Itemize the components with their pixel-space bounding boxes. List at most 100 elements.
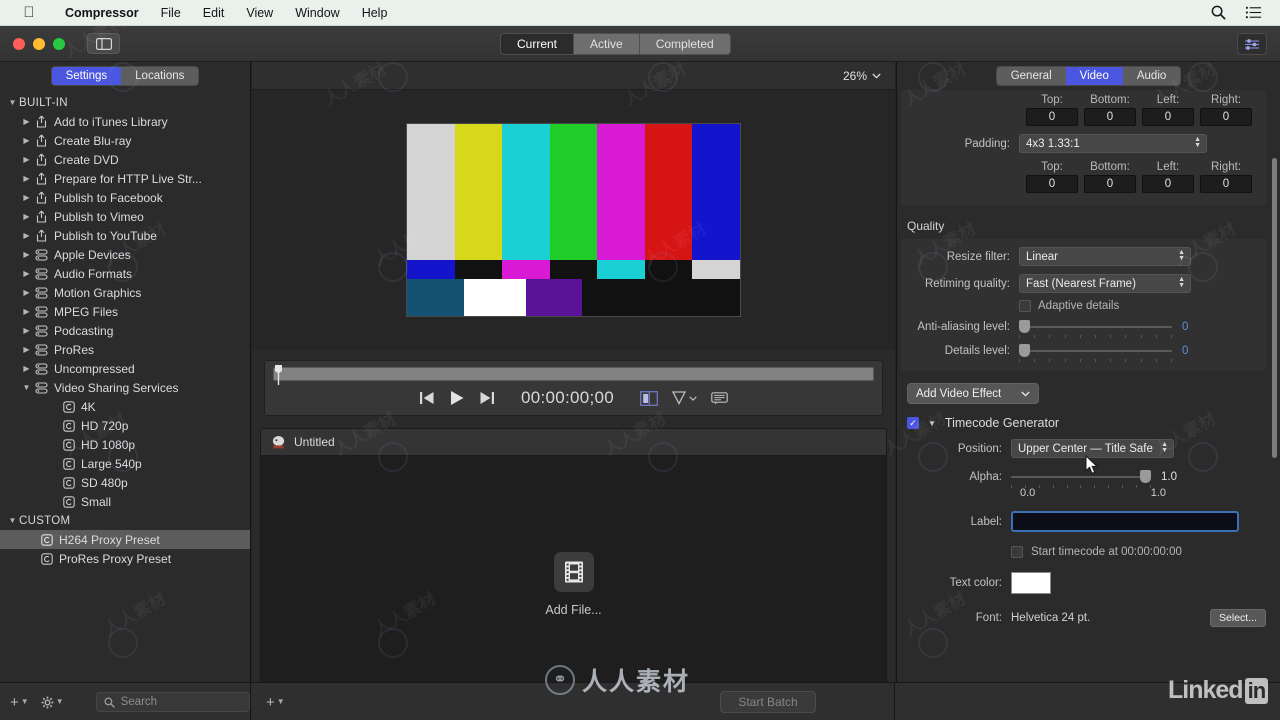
resize-filter-popup[interactable]: Linear ▲ ▼ — [1019, 247, 1191, 266]
sidebar-toggle-button[interactable] — [87, 33, 120, 54]
disclosure-triangle-icon[interactable]: ▼ — [6, 98, 19, 107]
tab-audio[interactable]: Audio — [1122, 67, 1181, 85]
start-timecode-checkbox[interactable] — [1011, 546, 1023, 558]
caption-icon[interactable] — [711, 391, 728, 405]
stepper-icon[interactable]: ▲ ▼ — [1194, 136, 1201, 149]
tree-item-publish-to-youtube[interactable]: ▶ Publish to YouTube — [0, 226, 250, 245]
menu-compressor[interactable]: Compressor — [54, 0, 150, 26]
disclosure-triangle-icon[interactable]: ▶ — [20, 326, 33, 335]
slider-knob[interactable] — [1140, 470, 1151, 483]
disclosure-triangle-icon[interactable]: ▶ — [20, 155, 33, 164]
add-file-label[interactable]: Add File... — [545, 603, 601, 617]
add-setting-button[interactable]: + ▼ — [10, 695, 29, 710]
tree-item-motion-graphics[interactable]: ▶ Motion Graphics — [0, 283, 250, 302]
tree-item-hd-1080p[interactable]: HD 1080p — [0, 435, 250, 454]
tree-item-h264-proxy-preset[interactable]: H264 Proxy Preset — [0, 530, 250, 549]
tree-item-audio-formats[interactable]: ▶ Audio Formats — [0, 264, 250, 283]
timecode-generator-header[interactable]: ✓ ▼ Timecode Generator — [907, 416, 1280, 430]
antialias-slider[interactable] — [1019, 320, 1172, 338]
disclosure-triangle-icon[interactable]: ▼ — [928, 419, 936, 428]
padding-right-field[interactable]: 0 — [1200, 175, 1252, 193]
mask-control[interactable] — [672, 391, 697, 405]
batch-header[interactable]: Untitled — [261, 429, 886, 456]
tree-group-custom[interactable]: ▼ CUSTOM — [0, 511, 250, 530]
disclosure-triangle-icon[interactable]: ▶ — [20, 174, 33, 183]
disclosure-triangle-icon[interactable]: ▼ — [6, 516, 19, 525]
skip-back-icon[interactable] — [419, 391, 435, 405]
tree-item-create-dvd[interactable]: ▶ Create DVD — [0, 150, 250, 169]
menu-view[interactable]: View — [235, 0, 284, 26]
disclosure-triangle-icon[interactable]: ▼ — [20, 383, 33, 392]
tree-item-publish-to-facebook[interactable]: ▶ Publish to Facebook — [0, 188, 250, 207]
slider-knob[interactable] — [1019, 320, 1030, 333]
tree-item-podcasting[interactable]: ▶ Podcasting — [0, 321, 250, 340]
tree-item-large-540p[interactable]: Large 540p — [0, 454, 250, 473]
batch-drop-zone[interactable]: Add File... — [261, 456, 886, 712]
tab-locations[interactable]: Locations — [121, 67, 199, 85]
add-video-effect-button[interactable]: Add Video Effect — [907, 383, 1039, 404]
disclosure-triangle-icon[interactable]: ▶ — [20, 250, 33, 259]
playhead-handle[interactable] — [274, 365, 283, 385]
inspector-toggle-button[interactable] — [1237, 33, 1267, 55]
apple-logo-icon[interactable]:  — [20, 3, 38, 23]
menu-help[interactable]: Help — [351, 0, 399, 26]
search-input[interactable]: Search — [95, 692, 250, 712]
alpha-slider[interactable] — [1011, 470, 1151, 488]
crop-right-field[interactable]: 0 — [1200, 108, 1252, 126]
search-icon[interactable] — [1210, 4, 1227, 21]
tab-general[interactable]: General — [996, 67, 1066, 85]
text-color-swatch[interactable] — [1011, 572, 1051, 594]
padding-left-field[interactable]: 0 — [1142, 175, 1194, 193]
tree-item-prores[interactable]: ▶ ProRes — [0, 340, 250, 359]
zoom-button[interactable] — [53, 37, 65, 50]
disclosure-triangle-icon[interactable]: ▶ — [20, 364, 33, 373]
start-batch-button[interactable]: Start Batch — [720, 691, 816, 713]
inspector-scrollbar[interactable] — [1272, 158, 1277, 458]
tree-item-uncompressed[interactable]: ▶ Uncompressed — [0, 359, 250, 378]
tree-item-publish-to-vimeo[interactable]: ▶ Publish to Vimeo — [0, 207, 250, 226]
disclosure-triangle-icon[interactable]: ▶ — [20, 345, 33, 354]
stepper-icon[interactable]: ▲ ▼ — [1178, 276, 1185, 289]
timecode-generator-checkbox[interactable]: ✓ — [907, 417, 919, 429]
tree-item-small[interactable]: Small — [0, 492, 250, 511]
tree-item-video-sharing-services[interactable]: ▼ Video Sharing Services — [0, 378, 250, 397]
play-icon[interactable] — [449, 390, 465, 406]
list-icon[interactable] — [1245, 4, 1262, 21]
tree-item-sd-480p[interactable]: SD 480p — [0, 473, 250, 492]
tree-item-apple-devices[interactable]: ▶ Apple Devices — [0, 245, 250, 264]
padding-top-field[interactable]: 0 — [1026, 175, 1078, 193]
tree-group-built-in[interactable]: ▼ BUILT-IN — [0, 93, 250, 112]
disclosure-triangle-icon[interactable]: ▶ — [20, 307, 33, 316]
disclosure-triangle-icon[interactable]: ▶ — [20, 136, 33, 145]
tree-item-prepare-for-http-live-streaming[interactable]: ▶ Prepare for HTTP Live Str... — [0, 169, 250, 188]
crop-bottom-field[interactable]: 0 — [1084, 108, 1136, 126]
split-view-icon[interactable] — [640, 390, 658, 406]
menu-file[interactable]: File — [150, 0, 192, 26]
video-preview-area[interactable] — [252, 90, 895, 350]
disclosure-triangle-icon[interactable]: ▶ — [20, 193, 33, 202]
tab-current[interactable]: Current — [501, 34, 575, 54]
tree-item-hd-720p[interactable]: HD 720p — [0, 416, 250, 435]
adaptive-details-checkbox[interactable] — [1019, 300, 1031, 312]
tree-item-mpeg-files[interactable]: ▶ MPEG Files — [0, 302, 250, 321]
disclosure-triangle-icon[interactable]: ▶ — [20, 212, 33, 221]
crop-top-field[interactable]: 0 — [1026, 108, 1078, 126]
stepper-icon[interactable]: ▲ ▼ — [1161, 441, 1168, 454]
skip-forward-icon[interactable] — [479, 391, 495, 405]
tree-item-prores-proxy-preset[interactable]: ProRes Proxy Preset — [0, 549, 250, 568]
label-input[interactable] — [1011, 511, 1239, 532]
tab-completed[interactable]: Completed — [639, 34, 730, 54]
scrubber-track[interactable] — [273, 365, 874, 385]
tab-active[interactable]: Active — [574, 34, 640, 54]
film-strip-icon[interactable] — [553, 551, 594, 592]
mask-icon[interactable] — [672, 391, 687, 405]
minimize-button[interactable] — [33, 37, 45, 50]
retiming-quality-popup[interactable]: Fast (Nearest Frame) ▲ ▼ — [1019, 274, 1191, 293]
settings-action-button[interactable]: ▼ — [41, 696, 64, 709]
padding-bottom-field[interactable]: 0 — [1084, 175, 1136, 193]
chevron-down-icon[interactable] — [689, 395, 697, 401]
disclosure-triangle-icon[interactable]: ▶ — [20, 269, 33, 278]
padding-popup[interactable]: 4x3 1.33:1 ▲ ▼ — [1019, 134, 1207, 153]
stepper-icon[interactable]: ▲ ▼ — [1178, 249, 1185, 262]
font-select-button[interactable]: Select... — [1210, 609, 1266, 627]
